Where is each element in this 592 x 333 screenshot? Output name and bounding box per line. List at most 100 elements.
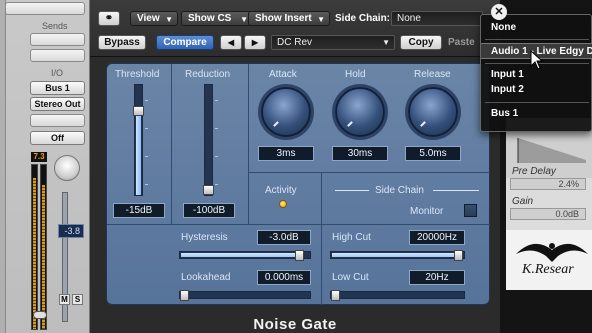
show-cs-menu[interactable]: Show CS ▼ (181, 11, 253, 26)
release-knob[interactable] (408, 87, 458, 137)
group-slot[interactable] (30, 114, 85, 127)
screen: Sends I/O Bus 1 Stereo Out Off 7.3 -3.8 … (0, 0, 592, 333)
hysteresis-label: Hysteresis (181, 232, 228, 243)
threshold-slider[interactable] (133, 84, 148, 196)
menu-separator (485, 39, 589, 40)
low-cut-label: Low Cut (332, 272, 369, 283)
show-cs-label: Show CS (188, 13, 232, 24)
output-button[interactable]: Stereo Out (30, 97, 85, 111)
knob-pointer (273, 121, 279, 127)
menu-separator (485, 102, 589, 103)
lookahead-slider[interactable] (179, 290, 311, 301)
noise-gate-panel: Threshold -15dB Reduction -100dB Attack … (106, 63, 490, 305)
send-slot-2[interactable] (30, 49, 85, 62)
slider-tick (215, 100, 218, 101)
triangle-down-icon: ▼ (165, 15, 173, 24)
lookahead-value[interactable]: 0.000ms (257, 270, 311, 285)
high-cut-label: High Cut (332, 232, 371, 243)
high-cut-value[interactable]: 20000Hz (409, 230, 465, 245)
hysteresis-slider[interactable] (179, 250, 311, 261)
activity-led (279, 200, 287, 208)
view-menu[interactable]: View ▼ (130, 11, 178, 26)
paste-button[interactable]: Paste (448, 37, 475, 48)
level-meter-left (31, 164, 38, 330)
volume-readout[interactable]: -3.8 (58, 224, 84, 238)
divider (107, 224, 490, 225)
triangle-down-icon: ▼ (240, 15, 248, 24)
triangle-down-icon: ▼ (317, 15, 325, 24)
side-chain-section-label: Side Chain (375, 185, 424, 196)
copy-button[interactable]: Copy (400, 35, 442, 50)
slider-handle[interactable] (133, 106, 144, 116)
lookahead-label: Lookahead (181, 272, 231, 283)
preset-select[interactable]: DC Rev ▼ (271, 35, 395, 50)
send-slot-1[interactable] (30, 33, 85, 46)
slider-handle[interactable] (454, 250, 463, 261)
insert-slot[interactable] (5, 2, 85, 15)
view-menu-label: View (137, 13, 160, 24)
input-button[interactable]: Bus 1 (30, 81, 85, 95)
mixer-channel-strip: Sends I/O Bus 1 Stereo Out Off 7.3 -3.8 … (0, 0, 90, 333)
brand-logo-text: K.Resear (522, 262, 574, 277)
release-label: Release (414, 69, 451, 80)
release-value[interactable]: 5.0ms (405, 146, 461, 161)
pan-knob[interactable] (54, 155, 80, 181)
bypass-button[interactable]: Bypass (98, 35, 146, 50)
gain-value[interactable]: 0.0dB (510, 208, 586, 220)
close-icon[interactable]: ✕ (491, 4, 507, 20)
plugin-window: ⚭ View ▼ Show CS ▼ Show Insert ▼ Side Chain… (90, 0, 500, 333)
knob-pointer (420, 121, 426, 127)
previous-preset-button[interactable]: ◀ (220, 35, 242, 50)
threshold-value[interactable]: -15dB (113, 203, 165, 218)
reduction-value[interactable]: -100dB (183, 203, 235, 218)
link-button[interactable]: ⚭ (98, 11, 120, 26)
slider-handle[interactable] (295, 250, 304, 261)
link-icon[interactable] (33, 311, 47, 319)
pre-delay-value[interactable]: 2.4% (510, 178, 586, 190)
automation-mode-button[interactable]: Off (30, 131, 85, 145)
mouse-cursor-icon (530, 50, 544, 70)
eagle-logo-icon (516, 243, 588, 262)
high-cut-slider[interactable] (330, 250, 465, 261)
hysteresis-value[interactable]: -3.0dB (257, 230, 311, 245)
hold-knob[interactable] (335, 87, 385, 137)
mute-button[interactable]: M (59, 294, 70, 305)
show-insert-menu[interactable]: Show Insert ▼ (248, 11, 330, 26)
hold-label: Hold (345, 69, 366, 80)
plugin-header: ⚭ View ▼ Show CS ▼ Show Insert ▼ Side Chain… (90, 0, 500, 57)
divider (433, 190, 479, 191)
compare-button[interactable]: Compare (156, 35, 214, 50)
hold-value[interactable]: 30ms (332, 146, 388, 161)
divider (335, 190, 369, 191)
slider-tick (145, 156, 148, 157)
divider (171, 64, 172, 224)
slider-handle[interactable] (331, 290, 340, 301)
side-chain-select[interactable]: None (391, 11, 483, 26)
low-cut-slider[interactable] (330, 290, 465, 301)
attack-value[interactable]: 3ms (258, 146, 314, 161)
slider-handle[interactable] (180, 290, 189, 301)
monitor-checkbox[interactable] (464, 204, 477, 217)
side-chain-dropdown-menu: ✕ None Audio 1 - Live Edgy D Input 1 Inp… (480, 4, 592, 132)
side-chain-value: None (397, 13, 421, 24)
menu-item-input-2[interactable]: Input 2 (481, 82, 592, 98)
next-preset-button[interactable]: ▶ (244, 35, 266, 50)
threshold-label: Threshold (115, 69, 160, 80)
menu-item-bus-1[interactable]: Bus 1 (481, 106, 592, 122)
attack-knob[interactable] (261, 87, 311, 137)
slider-tick (145, 100, 148, 101)
io-label: I/O (51, 68, 64, 78)
reduction-label: Reduction (185, 69, 231, 80)
menu-item-none[interactable]: None (481, 20, 592, 36)
reduction-slider[interactable] (203, 84, 218, 196)
arrow-right-icon: ▶ (251, 38, 259, 47)
slider-tick (145, 184, 148, 185)
solo-button[interactable]: S (72, 294, 83, 305)
knob-pointer (347, 121, 353, 127)
level-meter-right (40, 164, 47, 330)
activity-label: Activity (265, 185, 297, 196)
slider-handle[interactable] (203, 185, 214, 195)
preset-name: DC Rev (277, 37, 313, 48)
low-cut-value[interactable]: 20Hz (409, 270, 465, 285)
slider-tick (215, 128, 218, 129)
